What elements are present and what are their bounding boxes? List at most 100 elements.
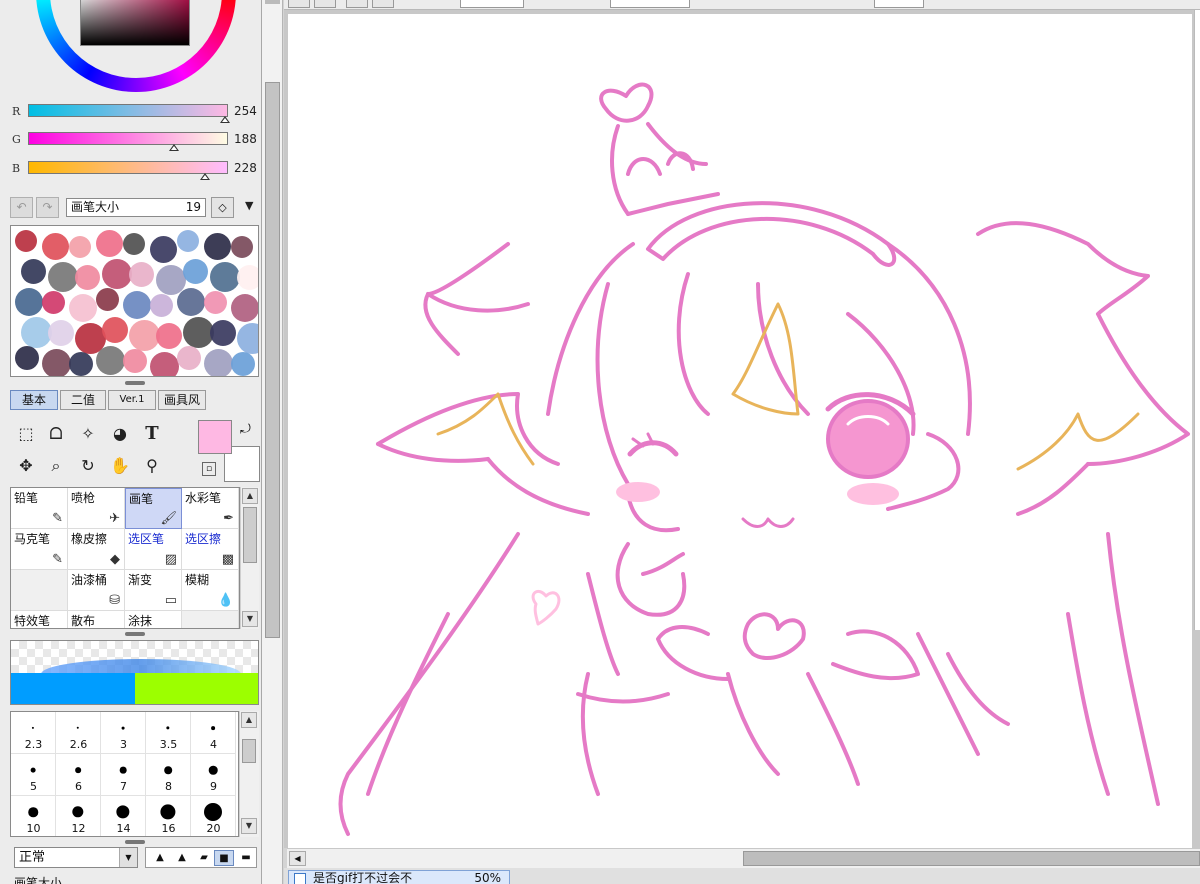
scroll-up-icon[interactable]: ▲ <box>241 712 257 728</box>
toolbar-button[interactable] <box>372 0 394 8</box>
palette-swatch[interactable] <box>48 262 78 292</box>
size-preset[interactable]: 3.5 <box>146 712 191 754</box>
brush-slot-6[interactable]: 选区笔 ▨ <box>125 529 182 570</box>
brush-slot-13[interactable]: 散布 <box>68 611 125 628</box>
brush-size-field[interactable]: 画笔大小 19 <box>66 198 206 217</box>
rotate-icon[interactable]: ↻ <box>74 452 102 480</box>
magic-wand-icon[interactable]: ✧ <box>74 420 102 448</box>
scratch-palette[interactable] <box>10 225 259 377</box>
toolbar-button[interactable] <box>288 0 310 8</box>
toolbar-button[interactable] <box>346 0 368 8</box>
brush-slot-9[interactable]: 油漆桶 ⛁ <box>68 570 125 611</box>
palette-swatch[interactable] <box>42 349 71 376</box>
chevron-down-icon[interactable]: ▼ <box>245 199 253 212</box>
slider-r-track[interactable] <box>28 104 228 117</box>
scroll-down-icon[interactable]: ▼ <box>241 818 257 834</box>
palette-swatch[interactable] <box>15 346 39 370</box>
panel-scroll-knob[interactable] <box>265 82 280 638</box>
size-presets-scrollbar[interactable]: ▲ ▼ <box>239 711 259 837</box>
palette-swatch[interactable] <box>204 233 231 260</box>
size-preset[interactable]: 3 <box>101 712 146 754</box>
palette-swatch[interactable] <box>156 323 182 349</box>
palette-swatch[interactable] <box>231 352 255 376</box>
main-color-swatch[interactable] <box>198 420 232 454</box>
scroll-up-icon[interactable]: ▲ <box>242 488 258 504</box>
brush-slot-3[interactable]: 水彩笔 ✒ <box>182 488 239 529</box>
palette-swatch[interactable] <box>96 230 123 257</box>
size-preset[interactable]: 7 <box>101 754 146 796</box>
slider-r-thumb[interactable] <box>220 116 230 123</box>
palette-swatch[interactable] <box>69 236 91 258</box>
stabilizer-field[interactable] <box>874 0 924 8</box>
slider-b-thumb[interactable] <box>200 173 210 180</box>
size-preset[interactable]: 9 <box>191 754 236 796</box>
palette-swatch[interactable] <box>204 291 227 314</box>
brush-shape-round-icon[interactable]: ▲ <box>172 850 192 866</box>
panel-divider-grip[interactable] <box>125 381 145 385</box>
brush-slot-2[interactable]: 画笔 🖌 <box>125 488 182 529</box>
palette-swatch[interactable] <box>204 349 233 376</box>
size-preset[interactable]: 4 <box>191 712 236 754</box>
slider-g-track[interactable] <box>28 132 228 145</box>
brush-slot-12[interactable]: 特效笔 <box>11 611 68 628</box>
size-preset[interactable]: 10 <box>11 796 56 836</box>
palette-swatch[interactable] <box>237 265 258 290</box>
tab-basic[interactable]: 基本 <box>10 390 58 410</box>
brush-slot-0[interactable]: 铅笔 ✎ <box>11 488 68 529</box>
palette-swatch[interactable] <box>42 233 69 260</box>
tab-ver1[interactable]: Ver.1 <box>108 390 156 410</box>
palette-swatch[interactable] <box>177 230 199 252</box>
palette-swatch[interactable] <box>102 317 128 343</box>
palette-swatch[interactable] <box>177 288 205 316</box>
document-tab[interactable]: 是否gif打不过会不 50% <box>288 870 510 884</box>
palette-swatch[interactable] <box>15 288 43 316</box>
drawing-canvas[interactable] <box>288 14 1192 848</box>
palette-swatch[interactable] <box>210 262 240 292</box>
palette-swatch[interactable] <box>183 259 208 284</box>
panel-divider-grip[interactable] <box>125 840 145 844</box>
redo-button[interactable]: ↷ <box>36 197 59 218</box>
tab-binary[interactable]: 二值 <box>60 390 106 410</box>
tab-painter-style[interactable]: 画具风 <box>158 390 206 410</box>
brush-slot-4[interactable]: 马克笔 ✎ <box>11 529 68 570</box>
brush-slot-11[interactable]: 模糊 💧 <box>182 570 239 611</box>
panel-scroll-top[interactable] <box>265 0 280 4</box>
size-presets-scroll-knob[interactable] <box>242 739 256 763</box>
size-preset[interactable]: 12 <box>56 796 101 836</box>
palette-swatch[interactable] <box>102 259 132 289</box>
size-preset[interactable]: 14 <box>101 796 146 836</box>
brush-shape-flat-icon[interactable]: ▰ <box>194 850 214 866</box>
hand-icon[interactable]: ✋ <box>106 452 134 480</box>
palette-swatch[interactable] <box>123 233 145 255</box>
size-preset[interactable]: 2.3 <box>11 712 56 754</box>
lasso-icon[interactable]: ᗝ <box>42 420 70 448</box>
brush-slot-10[interactable]: 渐变 ▭ <box>125 570 182 611</box>
panel-divider-grip[interactable] <box>125 632 145 636</box>
slider-b-track[interactable] <box>28 161 228 174</box>
brush-slot-1[interactable]: 喷枪 ✈ <box>68 488 125 529</box>
text-tool-icon[interactable]: T <box>138 420 166 448</box>
canvas-horizontal-scrollbar[interactable]: ◀ <box>287 848 1200 868</box>
palette-swatch[interactable] <box>69 352 93 376</box>
saturation-value-square[interactable] <box>80 0 190 46</box>
scroll-left-icon[interactable]: ◀ <box>289 851 306 866</box>
size-preset[interactable]: 8 <box>146 754 191 796</box>
brush-grid-scrollbar[interactable]: ▲ ▼ <box>240 487 259 629</box>
canvas-viewport[interactable] <box>284 10 1200 848</box>
brush-shape-sharp-icon[interactable]: ▲ <box>150 850 170 866</box>
swap-colors-icon[interactable]: ⤾ <box>240 422 251 437</box>
palette-swatch[interactable] <box>21 259 46 284</box>
blend-mode-select[interactable]: 正常 ▼ <box>14 847 138 868</box>
zoom-field[interactable] <box>460 0 524 8</box>
brush-grid-scroll-knob[interactable] <box>243 507 257 563</box>
palette-swatch[interactable] <box>123 349 147 373</box>
palette-swatch[interactable] <box>231 236 253 258</box>
palette-swatch[interactable] <box>129 262 154 287</box>
brush-slot-7[interactable]: 选区擦 ▩ <box>182 529 239 570</box>
palette-swatch[interactable] <box>150 294 173 317</box>
undo-button[interactable]: ↶ <box>10 197 33 218</box>
canvas-scroll-knob[interactable] <box>743 851 1200 866</box>
slider-g-thumb[interactable] <box>169 144 179 151</box>
transparent-color-icon[interactable]: ▫ <box>202 462 216 476</box>
zoom-icon[interactable]: ⌕ <box>42 452 70 480</box>
